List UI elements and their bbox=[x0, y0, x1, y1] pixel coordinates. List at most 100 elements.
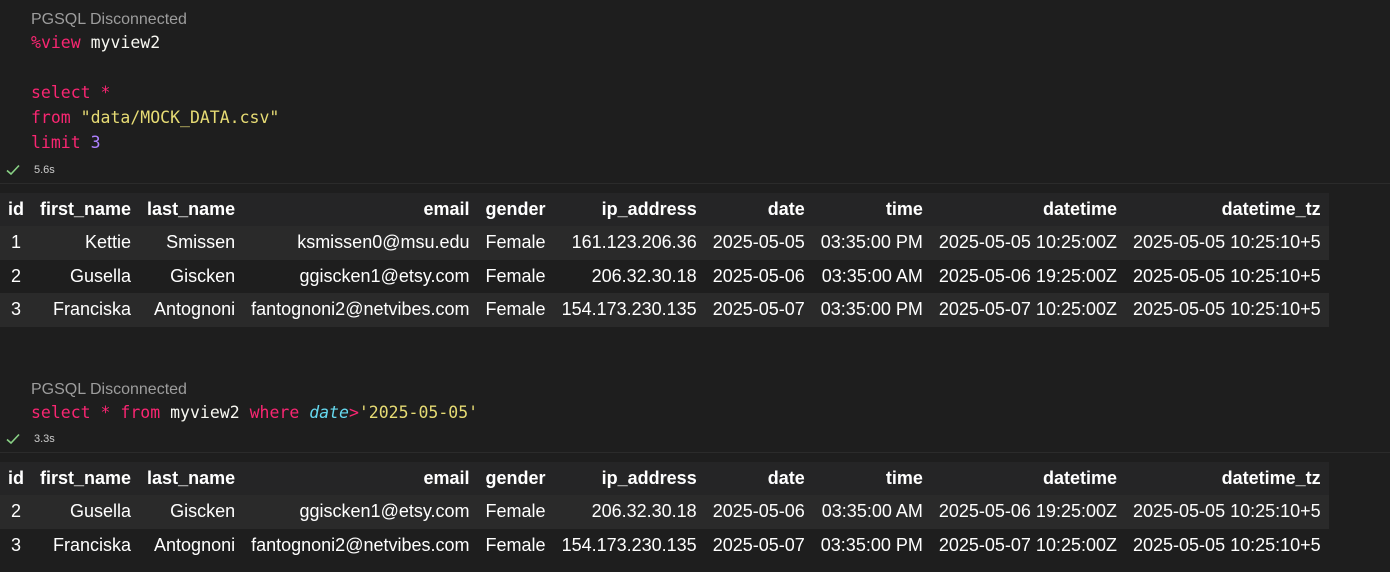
execution-status: 5.6s bbox=[6, 164, 55, 176]
column-header: ip_address bbox=[601, 468, 697, 488]
column-header: first_name bbox=[40, 199, 132, 219]
table-header-row: id first_name last_name email gender ip_… bbox=[0, 462, 1329, 495]
code-token: limit bbox=[31, 133, 91, 152]
table-cell: 154.173.230.135 bbox=[561, 299, 697, 320]
check-icon bbox=[6, 164, 20, 176]
column-header: last_name bbox=[147, 199, 236, 219]
table-cell: ggiscken1@etsy.com bbox=[299, 265, 470, 286]
table-cell: Franciska bbox=[53, 299, 132, 320]
table-cell: Female bbox=[485, 265, 546, 286]
column-header: date bbox=[767, 199, 805, 219]
column-header: time bbox=[885, 468, 923, 488]
execution-time: 3.3s bbox=[34, 433, 55, 445]
column-header: time bbox=[885, 199, 923, 219]
table-cell: 2025-05-07 bbox=[712, 534, 805, 555]
table-cell: 2025-05-05 10:25:10+5 bbox=[1133, 265, 1321, 286]
column-header: email bbox=[423, 468, 470, 488]
column-header: ip_address bbox=[601, 199, 697, 219]
column-header: id bbox=[8, 199, 24, 219]
output-divider bbox=[0, 452, 1390, 453]
table-cell: 161.123.206.36 bbox=[571, 232, 697, 253]
code-token: date bbox=[309, 403, 349, 422]
column-header: gender bbox=[485, 468, 546, 488]
column-header: first_name bbox=[40, 468, 132, 488]
code-token: from bbox=[110, 403, 171, 422]
table-cell: 2025-05-05 10:25:10+5 bbox=[1133, 534, 1321, 555]
table-cell: Franciska bbox=[53, 534, 132, 555]
table-cell: 3 bbox=[10, 534, 21, 555]
table-row: 3 Franciska Antognoni fantognoni2@netvib… bbox=[0, 293, 1329, 327]
code-token: 3 bbox=[90, 133, 101, 152]
notebook-cell-2[interactable]: PGSQL Disconnected select * from myview2… bbox=[0, 370, 1390, 572]
code-token: "data/MOCK_DATA.csv" bbox=[80, 108, 280, 127]
table-cell: 2025-05-07 bbox=[712, 299, 805, 320]
kernel-status[interactable]: PGSQL Disconnected bbox=[31, 11, 187, 29]
table-cell: Female bbox=[485, 232, 546, 253]
table-cell: 206.32.30.18 bbox=[591, 501, 697, 522]
code-token: myview2 bbox=[80, 33, 161, 52]
check-icon bbox=[6, 433, 20, 445]
code-token: > bbox=[348, 403, 359, 422]
code-line: select * from myview2 where date>'2025-0… bbox=[31, 403, 478, 423]
table-cell: 2025-05-05 10:25:10+5 bbox=[1133, 501, 1321, 522]
execution-status: 3.3s bbox=[6, 433, 55, 445]
table-cell: Female bbox=[485, 501, 546, 522]
table-cell: Antognoni bbox=[154, 299, 236, 320]
code-token: '2025-05-05' bbox=[358, 403, 479, 422]
table-cell: Giscken bbox=[170, 501, 236, 522]
code-token: from bbox=[31, 108, 81, 127]
code-token: view bbox=[40, 33, 81, 52]
table-cell: 2025-05-05 10:25:10+5 bbox=[1133, 299, 1321, 320]
table-cell: 2 bbox=[10, 501, 21, 522]
table-cell: Female bbox=[485, 534, 546, 555]
code-token: myview2 bbox=[170, 403, 250, 422]
code-line: limit 3 bbox=[31, 133, 101, 153]
column-header: datetime_tz bbox=[1221, 199, 1321, 219]
column-header: last_name bbox=[147, 468, 236, 488]
table-cell: 2025-05-06 bbox=[712, 265, 805, 286]
table-cell: 2025-05-05 bbox=[712, 232, 805, 253]
notebook-cell-1[interactable]: PGSQL Disconnected %view myview2 select … bbox=[0, 0, 1390, 360]
table-cell: Gusella bbox=[70, 265, 132, 286]
table-cell: 03:35:00 PM bbox=[820, 299, 923, 320]
code-line: select * bbox=[31, 83, 110, 103]
execution-time: 5.6s bbox=[34, 164, 55, 176]
code-token: % bbox=[31, 33, 41, 52]
table-cell: 154.173.230.135 bbox=[561, 534, 697, 555]
column-header: gender bbox=[485, 199, 546, 219]
table-cell: 03:35:00 PM bbox=[820, 232, 923, 253]
table-cell: 03:35:00 AM bbox=[821, 265, 923, 286]
column-header: date bbox=[767, 468, 805, 488]
code-token: * bbox=[100, 403, 111, 422]
table-cell: Antognoni bbox=[154, 534, 236, 555]
table-row: 3 Franciska Antognoni fantognoni2@netvib… bbox=[0, 528, 1329, 562]
kernel-status[interactable]: PGSQL Disconnected bbox=[31, 381, 187, 399]
table-cell: Smissen bbox=[166, 232, 236, 253]
table-cell: ggiscken1@etsy.com bbox=[299, 501, 470, 522]
table-cell: 2025-05-06 19:25:00Z bbox=[938, 265, 1117, 286]
column-header: datetime_tz bbox=[1221, 468, 1321, 488]
result-table: id first_name last_name email gender ip_… bbox=[0, 462, 1329, 562]
table-cell: 2 bbox=[10, 265, 21, 286]
code-token: * bbox=[100, 83, 111, 102]
output-divider bbox=[0, 183, 1390, 184]
code-token: select bbox=[31, 83, 101, 102]
column-header: email bbox=[423, 199, 470, 219]
code-token: where bbox=[249, 403, 310, 422]
column-header: datetime bbox=[1042, 199, 1117, 219]
result-table: id first_name last_name email gender ip_… bbox=[0, 193, 1329, 327]
code-line: %view myview2 bbox=[31, 33, 160, 53]
table-cell: 2025-05-06 19:25:00Z bbox=[938, 501, 1117, 522]
table-cell: fantognoni2@netvibes.com bbox=[251, 534, 470, 555]
table-cell: Female bbox=[485, 299, 546, 320]
table-cell: 2025-05-06 bbox=[712, 501, 805, 522]
table-cell: Kettie bbox=[85, 232, 132, 253]
table-cell: 03:35:00 PM bbox=[820, 534, 923, 555]
table-cell: 3 bbox=[10, 299, 21, 320]
table-cell: 2025-05-07 10:25:00Z bbox=[938, 534, 1117, 555]
table-cell: 03:35:00 AM bbox=[821, 501, 923, 522]
code-token: select bbox=[31, 403, 101, 422]
table-header-row: id first_name last_name email gender ip_… bbox=[0, 193, 1329, 226]
table-cell: fantognoni2@netvibes.com bbox=[251, 299, 470, 320]
table-cell: 1 bbox=[10, 232, 21, 253]
